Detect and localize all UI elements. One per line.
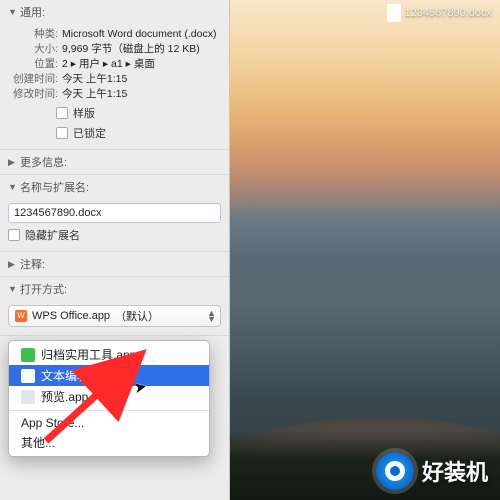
checkbox-icon[interactable]	[8, 229, 20, 241]
section-open-with: ▼ 打开方式: WPS Office.app （默认） ▲▼	[0, 277, 229, 336]
where-label: 位置:	[6, 57, 62, 71]
menu-item-label: 文本编辑.app	[41, 367, 112, 384]
menu-item-textedit[interactable]: 文本编辑.app	[9, 365, 209, 386]
menu-item-label: 归档实用工具.app	[41, 346, 136, 363]
section-general-header[interactable]: ▼ 通用:	[0, 0, 229, 24]
disclosure-right-icon: ▶	[8, 157, 17, 168]
checkbox-icon[interactable]	[56, 127, 68, 139]
section-comments-header[interactable]: ▶ 注释:	[0, 252, 229, 276]
disclosure-down-icon: ▼	[8, 284, 17, 294]
disclosure-down-icon: ▼	[8, 7, 17, 17]
stationery-row[interactable]: 样版	[56, 105, 223, 121]
size-label: 大小:	[6, 42, 62, 56]
menu-item-label: 其他...	[21, 434, 55, 451]
modified-label: 修改时间:	[6, 87, 62, 101]
updown-icon: ▲▼	[207, 310, 216, 322]
watermark-badge-icon	[376, 452, 414, 490]
archive-icon	[21, 348, 35, 362]
section-comments: ▶ 注释:	[0, 252, 229, 277]
section-more-info-header[interactable]: ▶ 更多信息:	[0, 150, 229, 174]
watermark-text: 好装机	[422, 455, 488, 487]
kind-value: Microsoft Word document (.docx)	[62, 27, 223, 41]
open-with-title: 打开方式:	[20, 281, 67, 297]
filename-input[interactable]	[8, 203, 221, 223]
section-open-with-header[interactable]: ▼ 打开方式:	[0, 277, 229, 301]
section-more-info: ▶ 更多信息:	[0, 150, 229, 175]
section-name-ext: ▼ 名称与扩展名: 隐藏扩展名	[0, 175, 229, 252]
menu-item-label: App Store...	[21, 416, 84, 430]
section-name-ext-header[interactable]: ▼ 名称与扩展名:	[0, 175, 229, 199]
preview-icon	[21, 390, 35, 404]
kind-label: 种类:	[6, 27, 62, 41]
open-with-menu: 归档实用工具.app 文本编辑.app 预览.app App Store... …	[8, 340, 210, 457]
locked-label: 已锁定	[73, 125, 106, 141]
created-label: 创建时间:	[6, 72, 62, 86]
menu-item-label: 预览.app	[41, 388, 88, 405]
size-value: 9,969 字节（磁盘上的 12 KB)	[62, 42, 223, 56]
comments-title: 注释:	[20, 256, 45, 272]
more-info-title: 更多信息:	[20, 154, 67, 170]
where-value: 2 ▸ 用户 ▸ a1 ▸ 桌面	[62, 57, 223, 71]
menu-item-other[interactable]: 其他...	[9, 432, 209, 453]
checkbox-icon[interactable]	[56, 107, 68, 119]
desktop-file-label: 1234567890.docx	[405, 7, 492, 19]
hide-ext-label: 隐藏扩展名	[25, 227, 80, 243]
menu-item-preview[interactable]: 预览.app	[9, 386, 209, 407]
stationery-label: 样版	[73, 105, 95, 121]
menu-item-app-store[interactable]: App Store...	[9, 414, 209, 432]
modified-value: 今天 上午1:15	[62, 87, 223, 101]
open-with-combo[interactable]: WPS Office.app （默认） ▲▼	[8, 305, 221, 327]
wps-icon	[15, 310, 27, 322]
disclosure-right-icon: ▶	[8, 259, 17, 270]
section-general-body: 种类:Microsoft Word document (.docx) 大小:9,…	[0, 24, 229, 149]
default-suffix: （默认）	[115, 308, 159, 324]
name-ext-title: 名称与扩展名:	[20, 179, 89, 195]
created-value: 今天 上午1:15	[62, 72, 223, 86]
menu-separator	[9, 410, 209, 411]
document-icon	[387, 4, 401, 22]
section-general-title: 通用:	[20, 4, 45, 20]
open-with-selected: WPS Office.app	[32, 310, 110, 322]
menu-item-archive-utility[interactable]: 归档实用工具.app	[9, 344, 209, 365]
locked-row[interactable]: 已锁定	[56, 125, 223, 141]
textedit-icon	[21, 369, 35, 383]
section-general: ▼ 通用: 种类:Microsoft Word document (.docx)…	[0, 0, 229, 150]
watermark: 好装机	[376, 452, 488, 490]
desktop-file[interactable]: 1234567890.docx	[387, 4, 492, 22]
disclosure-down-icon: ▼	[8, 182, 17, 192]
